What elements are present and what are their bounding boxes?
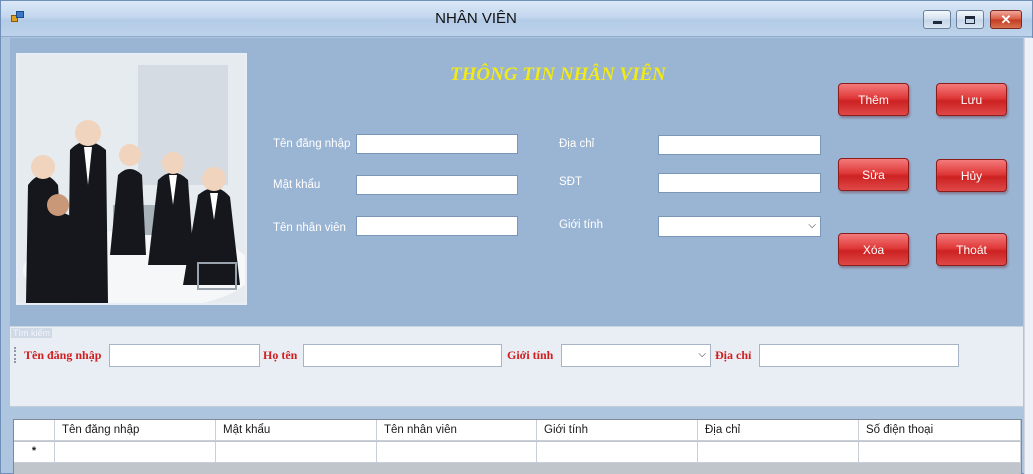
employee-name-label: Tên nhân viên	[273, 222, 346, 234]
title-bar[interactable]: NHÂN VIÊN ✕	[1, 1, 1032, 37]
table-cell[interactable]	[216, 442, 377, 463]
minimize-icon	[932, 21, 942, 24]
employee-info-panel: THÔNG TIN NHÂN VIÊN Tên đăng nhập Mật kh…	[10, 38, 1023, 326]
delete-button[interactable]: Xóa	[838, 233, 909, 266]
new-row-marker[interactable]: *	[14, 442, 55, 463]
add-button[interactable]: Thêm	[838, 83, 909, 116]
vertical-scrollbar[interactable]	[1024, 38, 1033, 474]
password-input[interactable]	[356, 175, 518, 195]
address-label: Địa chỉ	[559, 138, 595, 150]
column-header[interactable]: Tên đăng nhập	[55, 420, 216, 441]
search-username-label: Tên đăng nhập	[24, 348, 102, 362]
edit-button[interactable]: Sửa	[838, 158, 909, 191]
table-cell[interactable]	[377, 442, 537, 463]
search-fullname-label: Họ tên	[263, 348, 298, 362]
password-label: Mật khẩu	[273, 179, 321, 191]
search-gender-select[interactable]: ⌵	[561, 344, 711, 367]
window-title: NHÂN VIÊN	[435, 10, 517, 27]
gender-label: Giới tính	[559, 219, 603, 231]
exit-button[interactable]: Thoát	[936, 233, 1007, 266]
toolbar-grip[interactable]	[14, 347, 17, 363]
column-header[interactable]: Giới tính	[537, 420, 698, 441]
search-address-input[interactable]	[759, 344, 959, 367]
search-username-input[interactable]	[109, 344, 260, 367]
minimize-button[interactable]	[923, 10, 951, 29]
employee-grid[interactable]: Tên đăng nhập Mật khẩu Tên nhân viên Giớ…	[13, 419, 1022, 474]
maximize-button[interactable]	[956, 10, 984, 29]
employee-window: NHÂN VIÊN ✕ THÔNG TIN NHÂN VIÊN Tên đăng…	[0, 0, 1033, 474]
chevron-down-icon: ⌵	[808, 220, 816, 231]
table-cell[interactable]	[859, 442, 1021, 463]
row-header-corner[interactable]	[14, 420, 55, 441]
search-gender-label: Giới tính	[507, 348, 554, 362]
column-header[interactable]: Tên nhân viên	[377, 420, 537, 441]
username-label: Tên đăng nhập	[273, 138, 351, 150]
search-fullname-input[interactable]	[303, 344, 502, 367]
phone-input[interactable]	[658, 173, 821, 193]
address-input[interactable]	[658, 135, 821, 155]
column-header[interactable]: Địa chỉ	[698, 420, 859, 441]
form-heading: THÔNG TIN NHÂN VIÊN	[450, 64, 666, 85]
gender-select[interactable]: ⌵	[658, 216, 821, 237]
close-button[interactable]: ✕	[990, 10, 1022, 29]
search-address-label: Địa chỉ	[715, 348, 752, 362]
save-button[interactable]: Lưu	[936, 83, 1007, 116]
column-header[interactable]: Số điện thoại	[859, 420, 1021, 441]
phone-label: SĐT	[559, 176, 582, 188]
column-header[interactable]: Mật khẩu	[216, 420, 377, 441]
close-icon: ✕	[1000, 11, 1012, 27]
employee-name-input[interactable]	[356, 216, 518, 236]
chevron-down-icon: ⌵	[698, 349, 706, 360]
cancel-button[interactable]: Hủy	[936, 159, 1007, 192]
search-group-caption: Tìm kiếm	[11, 328, 52, 338]
divider	[10, 406, 1023, 407]
maximize-icon	[965, 15, 975, 24]
table-cell[interactable]	[537, 442, 698, 463]
username-input[interactable]	[356, 134, 518, 154]
employee-photo	[16, 53, 247, 305]
table-cell[interactable]	[55, 442, 216, 463]
table-cell[interactable]	[698, 442, 859, 463]
